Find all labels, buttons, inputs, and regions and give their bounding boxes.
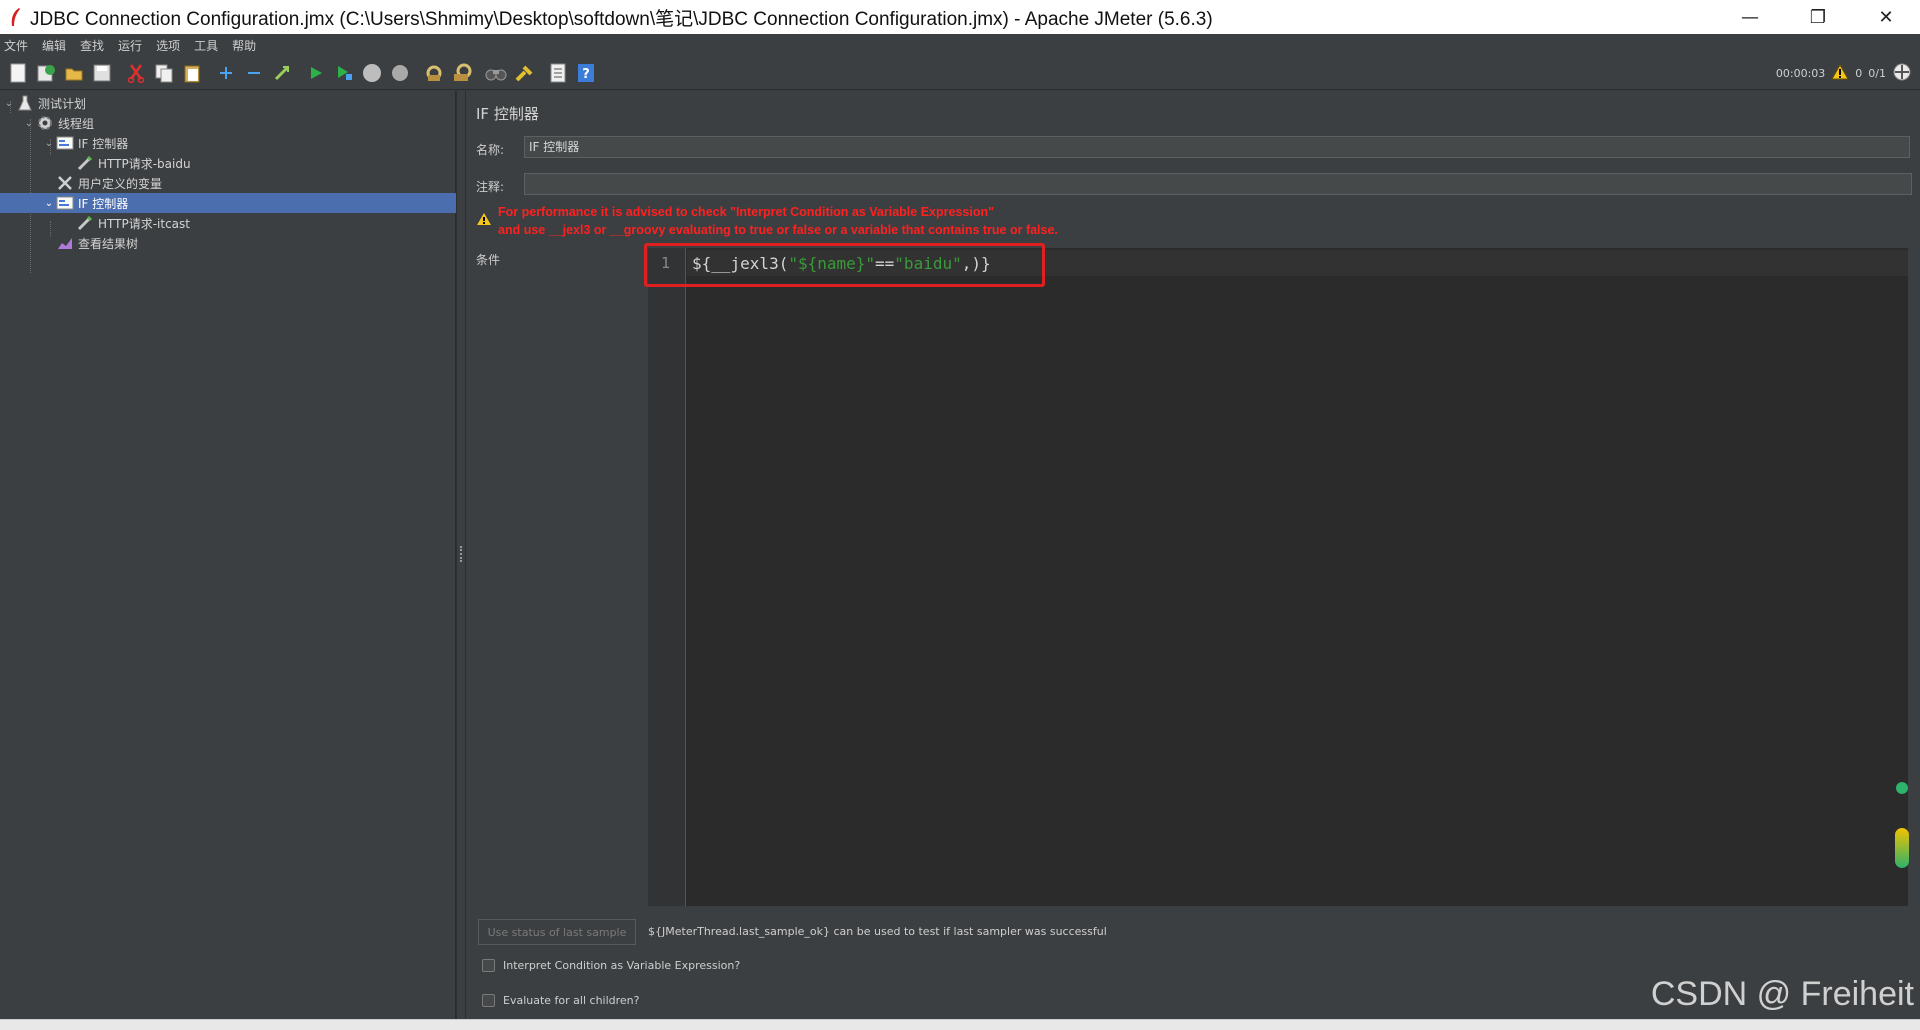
warning-count: 0 xyxy=(1855,66,1863,80)
start-icon[interactable] xyxy=(304,61,328,85)
clear-icon[interactable] xyxy=(422,61,446,85)
use-status-button[interactable]: Use status of last sample xyxy=(478,919,636,945)
menu-run[interactable]: 运行 xyxy=(118,37,142,54)
annotation-highlight-box xyxy=(644,243,1045,287)
menu-options[interactable]: 选项 xyxy=(156,37,180,54)
jmeter-feather-icon xyxy=(0,0,30,34)
cut-icon[interactable] xyxy=(124,61,148,85)
collapse-icon[interactable] xyxy=(242,61,266,85)
shutdown-icon[interactable] xyxy=(388,61,412,85)
menu-tools[interactable]: 工具 xyxy=(194,37,218,54)
toolbar: ? 00:00:03 0 0/1 xyxy=(0,56,1920,90)
tree-item-http-itcast[interactable]: HTTP请求-itcast xyxy=(0,213,456,233)
tree-item-label: IF 控制器 xyxy=(78,136,129,151)
chevron-down-icon[interactable]: ⌄ xyxy=(42,138,56,149)
warning-line-1: For performance it is advised to check "… xyxy=(498,205,995,219)
name-field[interactable]: IF 控制器 xyxy=(524,136,1910,158)
tree-item-user-variables[interactable]: 用户定义的变量 xyxy=(0,173,456,193)
svg-text:?: ? xyxy=(582,67,590,82)
pipette-icon xyxy=(76,155,94,171)
menu-file[interactable]: 文件 xyxy=(4,37,28,54)
clear-all-icon[interactable] xyxy=(450,61,474,85)
reset-search-icon[interactable] xyxy=(512,61,536,85)
evaluate-checkbox-label: Evaluate for all children? xyxy=(503,994,640,1007)
expand-icon[interactable] xyxy=(214,61,238,85)
test-plan-icon xyxy=(16,95,34,111)
function-helper-icon[interactable] xyxy=(546,61,570,85)
warning-icon[interactable] xyxy=(1831,63,1850,83)
controller-icon xyxy=(56,135,74,151)
taskbar-strip xyxy=(0,1019,1920,1030)
help-icon[interactable]: ? xyxy=(574,61,598,85)
window-title: JDBC Connection Configuration.jmx (C:\Us… xyxy=(30,8,1213,30)
status-dot-icon xyxy=(1895,780,1909,799)
toggle-icon[interactable] xyxy=(270,61,294,85)
chart-icon xyxy=(56,235,74,251)
scroll-marker-icon xyxy=(1894,826,1910,874)
comment-label: 注释: xyxy=(476,180,505,194)
chevron-down-icon[interactable]: ⌄ xyxy=(42,198,56,209)
tree-item-if-controller-2[interactable]: ⌄ IF 控制器 xyxy=(0,193,456,213)
menu-bar: 文件 编辑 查找 运行 选项 工具 帮助 xyxy=(0,34,1920,56)
evaluate-checkbox[interactable] xyxy=(482,994,495,1007)
controller-icon xyxy=(56,195,74,211)
tree-item-if-controller-1[interactable]: ⌄ IF 控制器 xyxy=(0,133,456,153)
minimize-button[interactable]: — xyxy=(1716,0,1784,34)
warning-icon xyxy=(476,211,492,230)
paste-icon[interactable] xyxy=(180,61,204,85)
restore-button[interactable]: ❐ xyxy=(1784,0,1852,34)
close-button[interactable]: ✕ xyxy=(1852,0,1920,34)
tree-item-thread-group[interactable]: ⌄ 线程组 xyxy=(0,113,456,133)
menu-help[interactable]: 帮助 xyxy=(232,37,256,54)
tree-item-http-baidu[interactable]: HTTP请求-baidu xyxy=(0,153,456,173)
stop-icon[interactable] xyxy=(360,61,384,85)
wrench-icon xyxy=(56,175,74,191)
copy-icon[interactable] xyxy=(152,61,176,85)
status-hint: ${JMeterThread.last_sample_ok} can be us… xyxy=(648,925,1107,938)
line-gutter: 1 xyxy=(648,248,686,906)
interpret-checkbox-label: Interpret Condition as Variable Expressi… xyxy=(503,959,741,972)
tree-item-label: 线程组 xyxy=(58,116,95,131)
interpret-checkbox[interactable] xyxy=(482,959,495,972)
thread-count: 0/1 xyxy=(1868,66,1886,80)
templates-icon[interactable] xyxy=(34,61,58,85)
splitter-grip[interactable] xyxy=(460,546,463,562)
comment-field[interactable] xyxy=(524,173,1912,195)
tree-item-results-tree[interactable]: 查看结果树 xyxy=(0,233,456,253)
search-icon[interactable] xyxy=(484,61,508,85)
tree-item-label: HTTP请求-baidu xyxy=(98,156,191,171)
pipette-icon xyxy=(76,215,94,231)
menu-edit[interactable]: 编辑 xyxy=(42,37,66,54)
chevron-down-icon[interactable]: ⌄ xyxy=(22,118,36,129)
tree-item-label: 测试计划 xyxy=(38,96,87,111)
tree-item-label: 用户定义的变量 xyxy=(78,176,163,191)
title-bar: JDBC Connection Configuration.jmx (C:\Us… xyxy=(0,0,1920,34)
gear-icon xyxy=(36,115,54,131)
save-icon[interactable] xyxy=(90,61,114,85)
if-controller-panel: IF 控制器 名称: IF 控制器 注释: For performance it… xyxy=(466,91,1920,1019)
tree-item-label: 查看结果树 xyxy=(78,236,139,251)
evaluate-checkbox-row[interactable]: Evaluate for all children? xyxy=(482,994,640,1007)
condition-label: 条件 xyxy=(476,253,501,267)
panel-title: IF 控制器 xyxy=(476,105,539,123)
performance-warning: For performance it is advised to check "… xyxy=(476,203,1058,239)
start-no-pause-icon[interactable] xyxy=(332,61,356,85)
open-icon[interactable] xyxy=(62,61,86,85)
tree-item-test-plan[interactable]: ⌄ 测试计划 xyxy=(0,93,456,113)
tree-item-label: HTTP请求-itcast xyxy=(98,216,190,231)
tree-item-label: IF 控制器 xyxy=(78,196,129,211)
remote-globe-icon[interactable] xyxy=(1892,62,1912,85)
name-label: 名称: xyxy=(476,143,505,157)
pane-splitter[interactable] xyxy=(456,91,466,1019)
interpret-checkbox-row[interactable]: Interpret Condition as Variable Expressi… xyxy=(482,959,740,972)
test-plan-tree: ⌄ 测试计划 ⌄ 线程组 ⌄ IF 控制器 HTTP请求-baidu 用户定义的… xyxy=(0,91,456,1019)
new-icon[interactable] xyxy=(6,61,30,85)
condition-editor[interactable]: 1 ${__jexl3("${name}"=="baidu",)} xyxy=(648,248,1908,906)
elapsed-timer: 00:00:03 xyxy=(1775,66,1826,80)
menu-search[interactable]: 查找 xyxy=(80,37,104,54)
chevron-down-icon[interactable]: ⌄ xyxy=(2,98,16,109)
watermark: CSDN @ Freiheit xyxy=(1650,975,1914,1013)
warning-line-2: and use __jexl3 or __groovy evaluating t… xyxy=(498,223,1058,237)
